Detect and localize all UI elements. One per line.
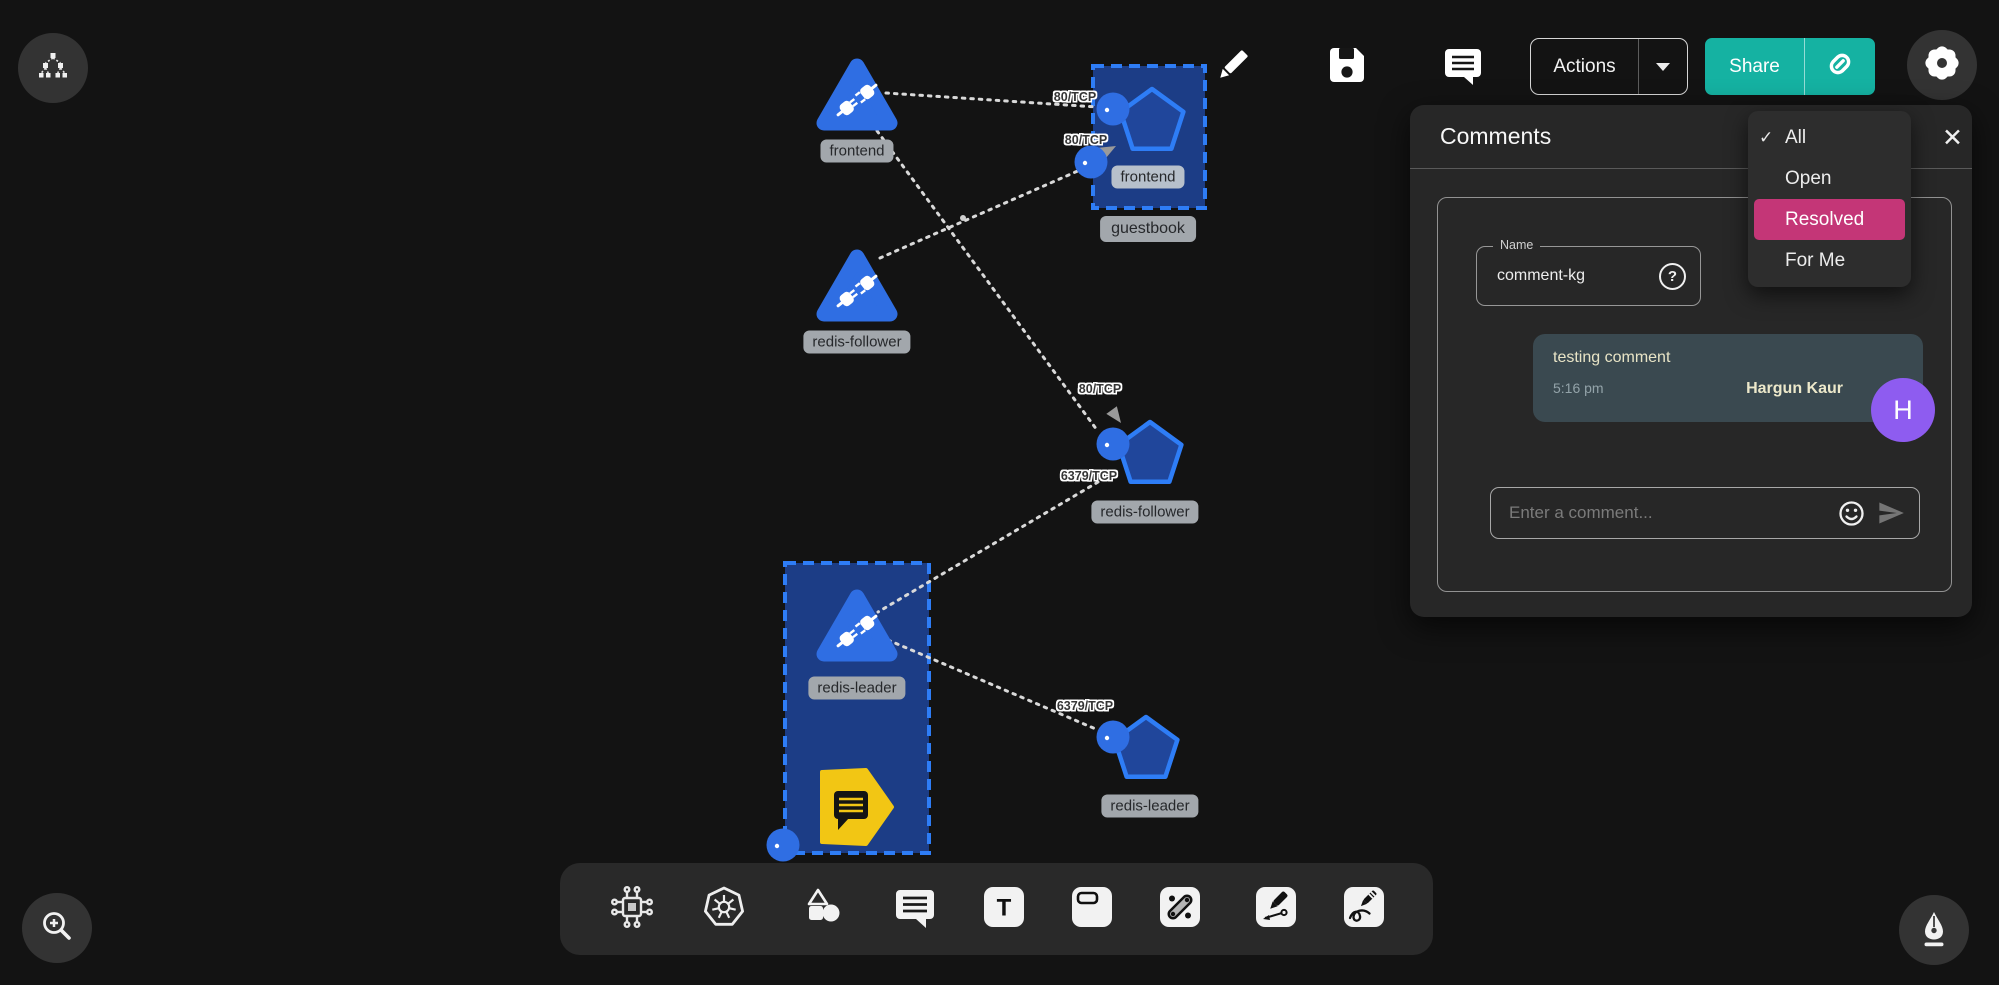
edge-2[interactable]: [880, 170, 1080, 258]
port-dot: [1105, 108, 1109, 112]
tool-comment[interactable]: [893, 886, 937, 932]
zoom-button[interactable]: [22, 893, 92, 963]
frame-tool-icon: [1071, 886, 1113, 933]
kubernetes-icon: [701, 884, 747, 935]
port[interactable]: [1097, 428, 1130, 461]
tool-connector[interactable]: [1159, 886, 1201, 932]
filter-option-all[interactable]: ✓ All: [1748, 117, 1911, 158]
svg-text:T: T: [997, 894, 1012, 921]
comment-item: testing comment 5:16 pm Hargun Kaur: [1533, 334, 1923, 422]
share-button[interactable]: Share: [1705, 38, 1875, 95]
tool-system-diagram[interactable]: [609, 886, 655, 932]
tool-frame[interactable]: [1071, 886, 1113, 932]
port-dot: [1105, 443, 1109, 447]
actions-dropdown-toggle[interactable]: [1639, 39, 1687, 94]
comments-filter-menu: ✓ All Open Resolved For Me: [1748, 111, 1911, 287]
edit-button[interactable]: [1211, 45, 1255, 89]
send-icon[interactable]: [1877, 499, 1905, 527]
share-label: Share: [1705, 38, 1804, 95]
node-redis-follower-deployment[interactable]: [1119, 422, 1182, 482]
connector-tool-icon: [1159, 886, 1201, 933]
filter-option-for-me[interactable]: For Me: [1748, 240, 1911, 281]
settings-button[interactable]: [1907, 30, 1977, 100]
comment-tool-icon: [893, 885, 937, 934]
pen-nib-icon: [1914, 908, 1954, 953]
port-dot: [1105, 736, 1109, 740]
comment-input[interactable]: Enter a comment...: [1490, 487, 1920, 539]
name-field-value[interactable]: comment-kg: [1497, 267, 1659, 285]
shapes-icon: [801, 884, 847, 935]
close-icon[interactable]: ✕: [1938, 119, 1967, 157]
tool-text[interactable]: T: [983, 886, 1025, 932]
gear-icon: [1922, 43, 1962, 88]
comment-author: Hargun Kaur: [1746, 380, 1843, 398]
scribble-tool-icon: [1343, 886, 1385, 933]
port[interactable]: [1097, 721, 1130, 754]
app-canvas: frontendredis-followerredis-leaderfronte…: [0, 0, 1999, 985]
edge-1[interactable]: [872, 124, 1097, 430]
edge-0[interactable]: [886, 93, 1097, 107]
tool-scribble[interactable]: [1343, 886, 1385, 932]
check-icon: ✓: [1759, 128, 1773, 148]
avatar: H: [1871, 378, 1935, 442]
comment-time: 5:16 pm: [1553, 380, 1604, 398]
pen-tool-icon: [1255, 886, 1297, 933]
edge-junction: [960, 215, 966, 221]
text-tool-icon: T: [983, 886, 1025, 933]
tool-palette: T: [560, 863, 1433, 955]
pen-mode-button[interactable]: [1899, 895, 1969, 965]
comments-panel-title: Comments: [1440, 123, 1551, 150]
pencil-icon: [1213, 45, 1253, 90]
filter-option-open[interactable]: Open: [1748, 158, 1911, 199]
tool-shapes[interactable]: [801, 886, 847, 932]
hierarchy-tree-icon: [37, 50, 69, 87]
port-dot: [1083, 161, 1087, 165]
hierarchy-tree-button[interactable]: [18, 33, 88, 103]
actions-label: Actions: [1531, 39, 1638, 94]
comment-input-placeholder: Enter a comment...: [1509, 503, 1826, 523]
caret-down-icon: [1656, 63, 1670, 71]
port[interactable]: [1075, 146, 1108, 179]
name-field-label: Name: [1493, 238, 1540, 252]
port[interactable]: [1097, 93, 1130, 126]
zoom-in-icon: [38, 907, 76, 950]
port[interactable]: [767, 829, 800, 862]
edge-arrowhead: [1106, 406, 1126, 427]
smiley-icon[interactable]: [1838, 500, 1865, 527]
link-icon: [1823, 47, 1857, 86]
filter-option-resolved[interactable]: Resolved: [1754, 199, 1905, 240]
floppy-disk-icon: [1328, 46, 1366, 89]
tool-kubernetes[interactable]: [701, 886, 747, 932]
actions-button[interactable]: Actions: [1530, 38, 1688, 95]
help-icon[interactable]: ?: [1659, 263, 1686, 290]
comment-text: testing comment: [1553, 349, 1903, 367]
tool-pen[interactable]: [1255, 886, 1297, 932]
copy-link-button[interactable]: [1805, 38, 1875, 95]
port-dot: [775, 844, 779, 848]
comment-icon: [1443, 45, 1483, 90]
comments-toggle-button[interactable]: [1441, 45, 1485, 89]
save-button[interactable]: [1325, 45, 1369, 89]
system-diagram-icon: [609, 884, 655, 935]
comment-name-field[interactable]: Name comment-kg ?: [1476, 246, 1701, 306]
